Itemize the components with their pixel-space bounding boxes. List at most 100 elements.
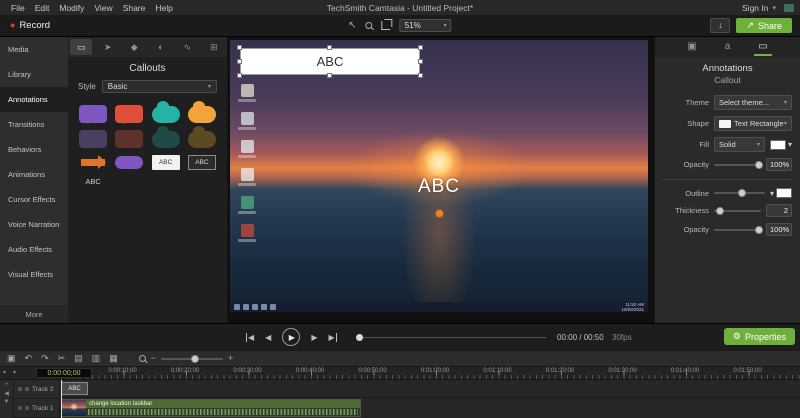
callout-cloud-dark-teal[interactable] [151,125,180,148]
outline-color-picker[interactable]: ▾ [770,188,792,198]
callout-plain-text[interactable]: ABC [85,177,100,186]
collapse-icon[interactable]: ▾ [3,369,6,376]
opacity-slider-knob[interactable] [755,160,764,169]
play-button[interactable]: ▶ [282,328,301,346]
outline-opacity-slider[interactable] [714,225,764,234]
export-local-button[interactable]: ↓ [710,18,731,33]
preview-scrubber[interactable] [356,334,546,341]
fill-color-swatch[interactable] [769,139,786,150]
menu-help[interactable]: Help [150,3,177,13]
jump-to-end-icon[interactable]: ▶ [328,332,337,342]
callout-speech-dark-purple[interactable] [79,130,108,149]
menu-share[interactable]: Share [118,3,151,13]
detach-timeline-icon[interactable]: ▣ [7,354,16,363]
selection-handle-nw[interactable] [237,45,242,50]
selection-handle-se[interactable] [418,73,423,78]
sidebar-item-audio-effects[interactable]: Audio Effects [0,237,68,262]
ptab-text-icon[interactable]: a [721,39,735,56]
track1-header[interactable]: Track 1 [14,399,60,418]
outline-slider[interactable] [714,189,765,197]
playhead-time[interactable]: 0:00:00;00 [36,368,92,378]
ptab-media-icon[interactable]: ▣ [683,39,700,56]
timeline-ruler[interactable]: ▾ ▾ 0:00:00;00 0:00:10;00 0:00:20;00 0:0… [0,366,800,380]
fill-color-picker[interactable]: ▾ [769,139,792,150]
opacity-slider[interactable] [714,160,764,169]
callout-text-rectangle-outline[interactable]: ABC [187,155,216,170]
menu-modify[interactable]: Modify [54,3,89,13]
record-button[interactable]: ● Record [0,20,60,31]
track2-header[interactable]: Track 2 [14,380,60,399]
tab-arrows-icon[interactable]: ➤ [97,39,119,55]
track-lock-icon[interactable] [18,387,22,391]
style-select[interactable]: Basic ▾ [101,80,217,93]
outline-color-swatch[interactable] [776,188,792,198]
callout-speech-red[interactable] [115,105,144,124]
undo-icon[interactable]: ↶ [25,354,33,363]
app-share-icon[interactable] [784,3,794,12]
timeline-zoom-knob[interactable] [190,354,199,363]
menu-file[interactable]: File [6,3,30,13]
outline-opacity-slider-knob[interactable] [755,225,764,234]
callout-cloud-teal[interactable] [151,100,180,123]
callout-overlay-textbox[interactable]: ABC [240,48,420,75]
canvas-zoom-select[interactable]: 51% ▾ [399,19,452,32]
share-button[interactable]: ↗ Share [736,18,792,33]
collapse-icon[interactable]: ▾ [13,369,16,376]
video-frame[interactable]: ABC ABC 11:52 AM 10/28/2021 [230,40,648,312]
zoom-in-icon[interactable]: + [228,354,233,363]
sign-in-button[interactable]: Sign In ▾ [742,3,794,13]
opacity-value[interactable]: 100% [766,158,792,171]
callout-cloud-dark-orange[interactable] [187,125,216,148]
selection-handle-e[interactable] [418,59,423,64]
scrubber-handle[interactable] [356,334,363,341]
zoom-out-icon[interactable]: − [151,354,156,363]
redo-icon[interactable]: ↷ [41,354,49,363]
step-forward-icon[interactable]: ▶ [311,333,317,342]
callout-text-rectangle[interactable]: ABC [151,155,180,170]
crop-icon[interactable] [381,19,393,30]
selection-handle-w[interactable] [237,59,242,64]
sidebar-item-transitions[interactable]: Transitions [0,112,68,137]
thickness-value[interactable]: 2 [766,204,792,217]
clip-annotation-abc[interactable]: ABC [61,382,88,395]
pan-zoom-icon[interactable] [365,22,373,29]
sidebar-item-visual-effects[interactable]: Visual Effects [0,262,68,287]
track-lock-icon[interactable] [18,406,22,410]
copy-icon[interactable]: ▤ [74,354,83,363]
track-lanes[interactable]: ABC change location taskbar [60,380,800,418]
menu-edit[interactable]: Edit [30,3,55,13]
sidebar-item-behaviors[interactable]: Behaviors [0,137,68,162]
scroll-down-icon[interactable]: ▼ [4,399,10,405]
selection-handle-n[interactable] [327,45,332,50]
fill-select[interactable]: Solid ▾ [714,137,765,152]
playhead-line[interactable] [61,380,62,418]
track-visibility-icon[interactable] [25,387,29,391]
tab-blur-icon[interactable]: ◐ [150,39,172,55]
sidebar-item-animations[interactable]: Animations [0,162,68,187]
track-visibility-icon[interactable] [25,406,29,410]
split-icon[interactable]: ▦ [109,354,118,363]
clip-recording[interactable]: change location taskbar [61,399,361,417]
selection-handle-ne[interactable] [418,45,423,50]
callout-arrow-orange[interactable] [81,155,107,169]
theme-select[interactable]: Select theme... ▾ [714,95,792,110]
thickness-slider[interactable] [714,206,761,215]
selection-handle-s[interactable] [327,73,332,78]
sidebar-item-cursor-effects[interactable]: Cursor Effects [0,187,68,212]
jump-to-start-icon[interactable]: ◀ [246,332,254,342]
menu-view[interactable]: View [89,3,117,13]
cut-icon[interactable]: ✂ [58,354,66,363]
edit-cursor-icon[interactable]: ↖ [348,20,356,31]
thickness-slider-knob[interactable] [715,206,724,215]
callout-speech-purple[interactable] [79,105,108,124]
tab-shapes-icon[interactable]: ◆ [123,39,145,55]
shape-select[interactable]: Text Rectangle ▾ [714,116,792,131]
callout-cloud-orange[interactable] [187,100,216,123]
add-track-icon[interactable]: + [5,382,9,388]
timeline-zoom-slider[interactable] [160,354,223,363]
ptab-callout-icon[interactable]: ▭ [754,39,772,56]
properties-button[interactable]: ⚙ Properties [723,328,795,345]
tab-keystroke-icon[interactable]: ⊞ [203,39,225,55]
video-center-text[interactable]: ABC [230,176,648,198]
ruler-ticks[interactable]: 0:00:10;00 0:00:20;00 0:00:30;00 0:00:40… [60,367,800,379]
